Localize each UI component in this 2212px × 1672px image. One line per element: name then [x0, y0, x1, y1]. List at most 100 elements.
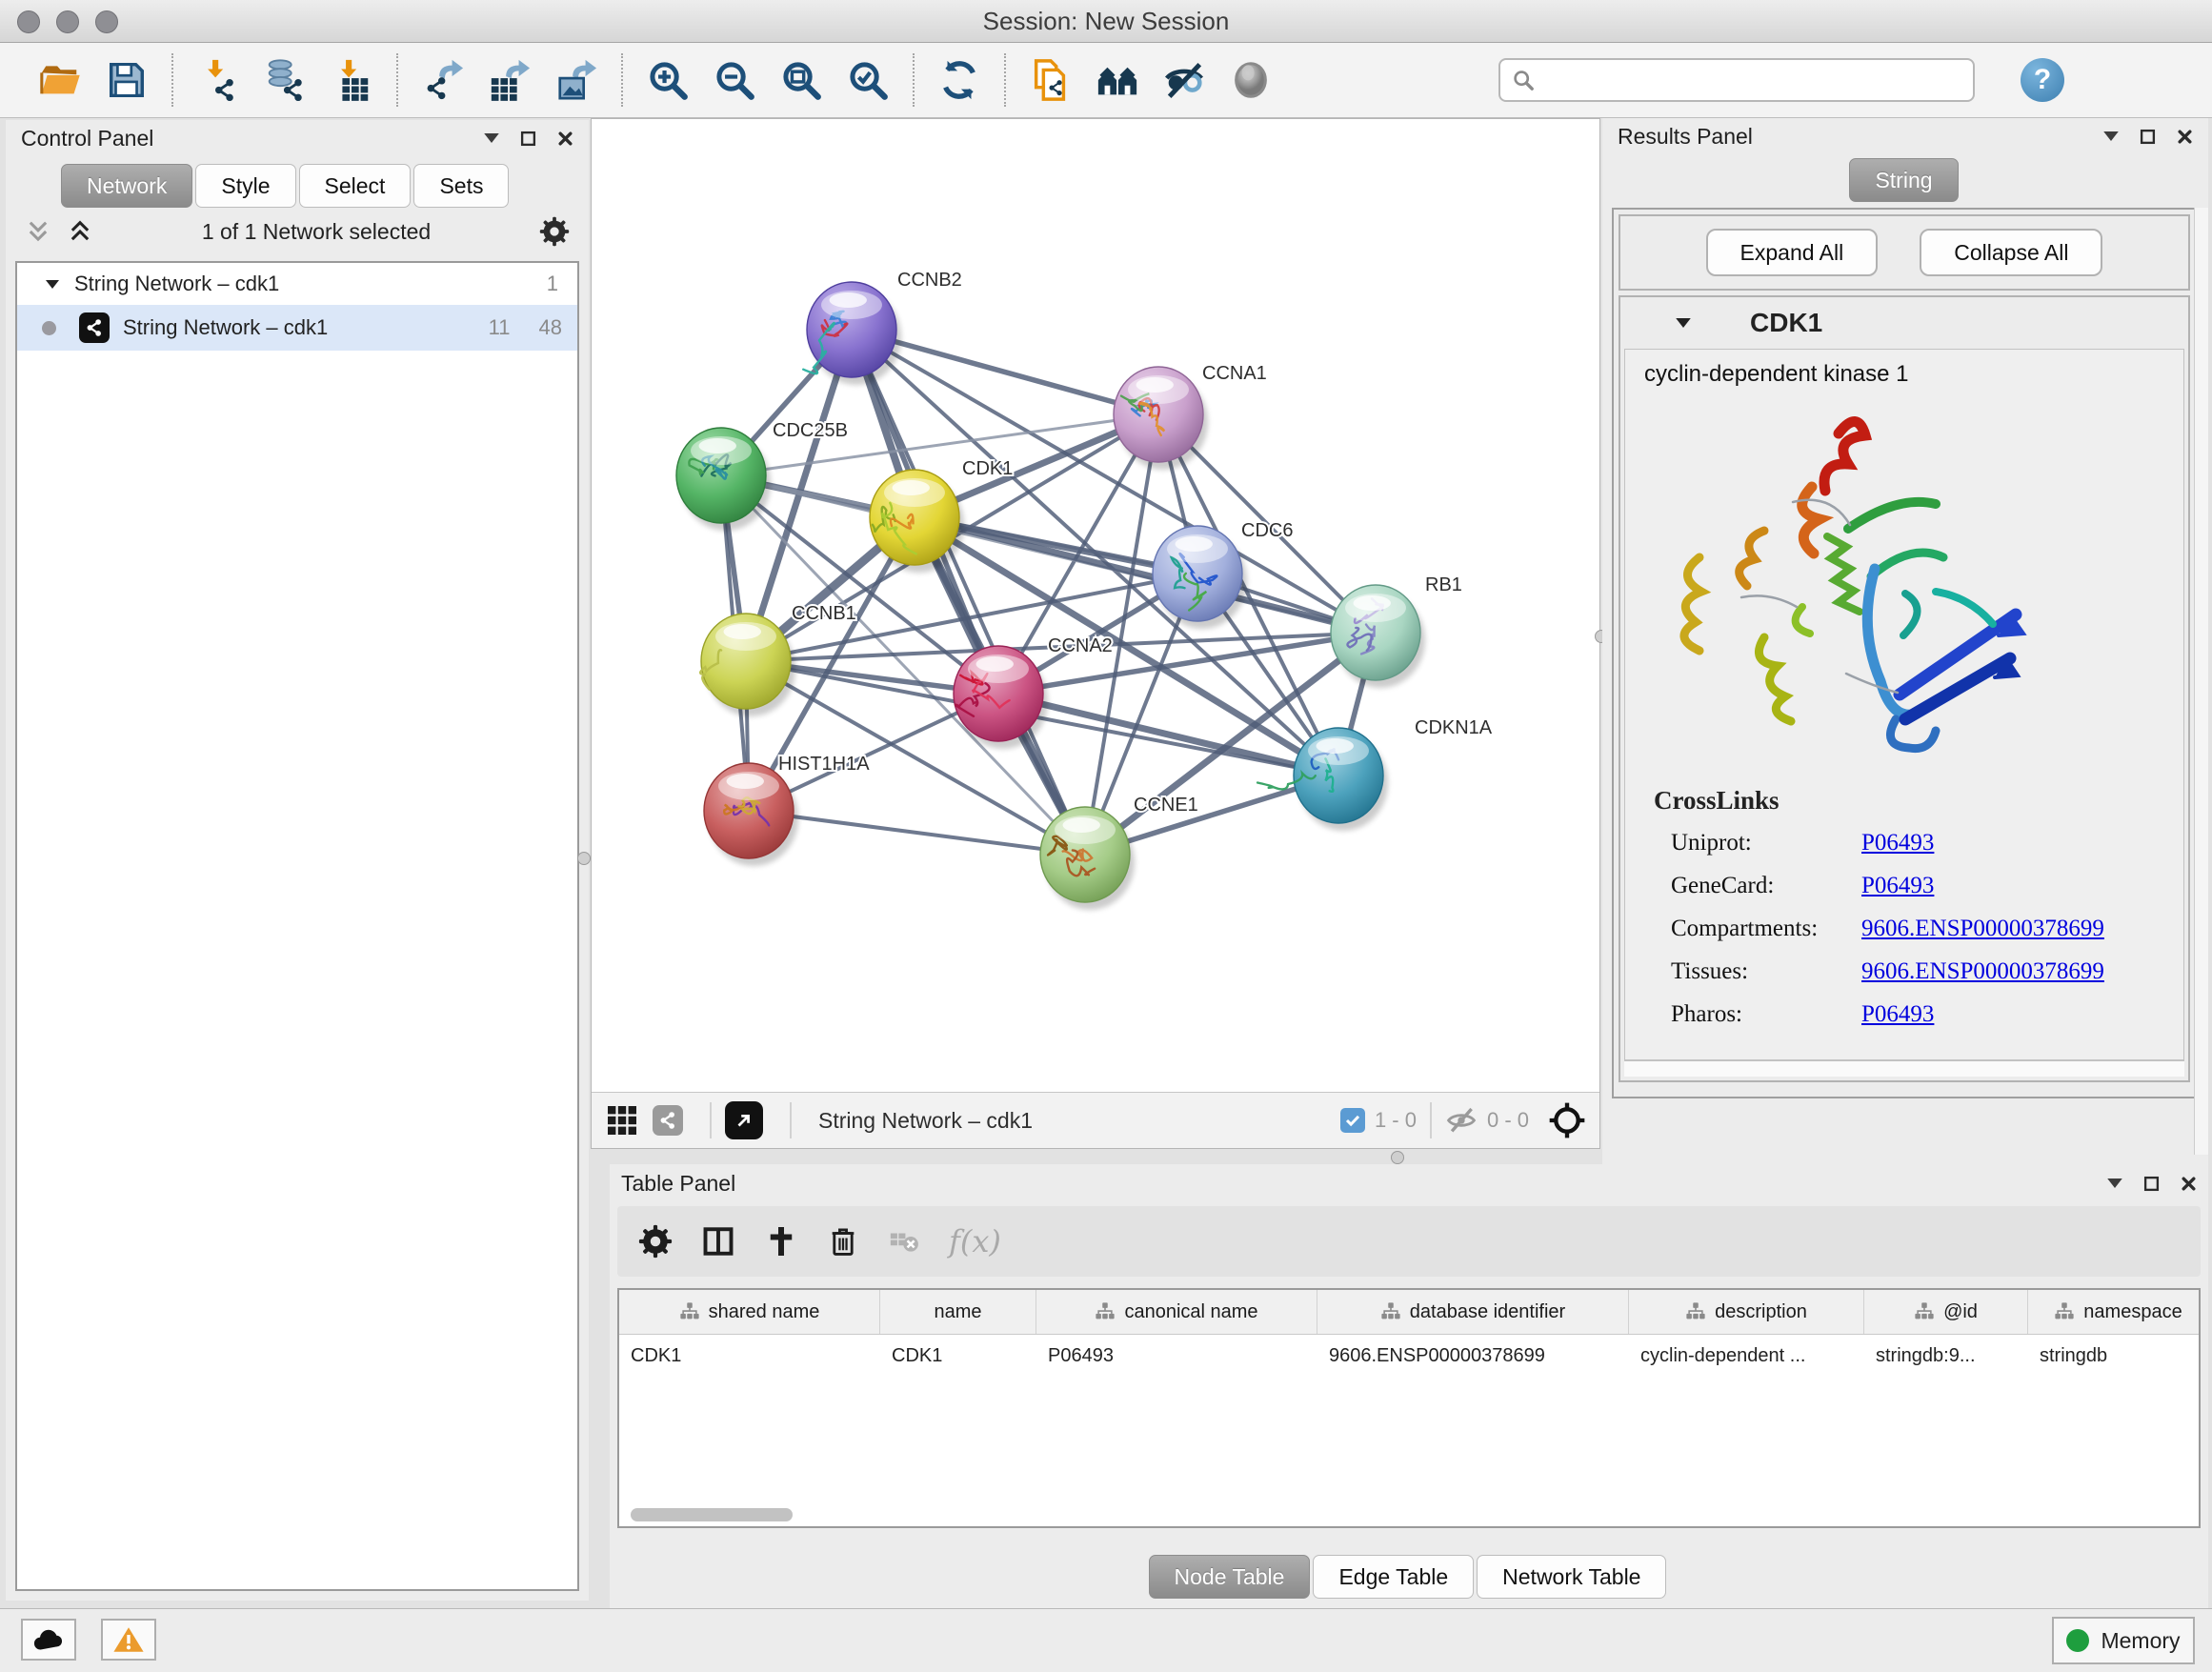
- expand-all-icon[interactable]: [67, 218, 93, 245]
- collapse-all-button[interactable]: Collapse All: [1920, 229, 2102, 276]
- title-bar: Session: New Session: [0, 0, 2212, 43]
- gear-icon[interactable]: [539, 216, 570, 247]
- panel-close-icon[interactable]: [557, 131, 573, 147]
- panel-close-icon[interactable]: [2177, 129, 2193, 145]
- save-session-button[interactable]: [93, 50, 160, 111]
- tab-style[interactable]: Style: [195, 164, 295, 208]
- column-header-name[interactable]: name: [880, 1290, 1036, 1334]
- warning-status-button[interactable]: [101, 1619, 156, 1661]
- tab-node-table[interactable]: Node Table: [1149, 1555, 1311, 1599]
- results-panel-scrollbar[interactable]: [2194, 208, 2208, 1155]
- crosslink-link[interactable]: P06493: [1861, 873, 1934, 899]
- tab-edge-table[interactable]: Edge Table: [1313, 1555, 1474, 1599]
- tab-string[interactable]: String: [1849, 158, 1958, 202]
- panel-float-icon[interactable]: [520, 131, 536, 147]
- import-network-button[interactable]: [185, 50, 251, 111]
- tab-select[interactable]: Select: [299, 164, 412, 208]
- crosslink-link[interactable]: 9606.ENSP00000378699: [1861, 958, 2104, 985]
- select-columns-icon[interactable]: [701, 1224, 735, 1259]
- export-table-button[interactable]: [476, 50, 543, 111]
- panel-close-icon[interactable]: [2181, 1176, 2197, 1192]
- network-edge-HIST1H1A-CCNE1[interactable]: [749, 811, 1085, 855]
- network-collection-row[interactable]: String Network – cdk1 1: [17, 263, 577, 305]
- zoom-in-button[interactable]: [634, 50, 701, 111]
- column-header-description[interactable]: description: [1629, 1290, 1864, 1334]
- crosslink-link[interactable]: 9606.ENSP00000378699: [1861, 916, 2104, 942]
- network-node-CDC6[interactable]: [1153, 526, 1247, 629]
- table-row[interactable]: CDK1CDK1P064939606.ENSP00000378699cyclin…: [619, 1335, 2199, 1377]
- table-hscrollbar-thumb[interactable]: [631, 1508, 793, 1521]
- network-node-CDK1[interactable]: [870, 470, 964, 573]
- tree-expand-icon[interactable]: [46, 280, 59, 289]
- houses-icon: [1096, 58, 1139, 102]
- string-home-button[interactable]: [1084, 50, 1151, 111]
- zoom-out-button[interactable]: [701, 50, 768, 111]
- tab-network-table[interactable]: Network Table: [1477, 1555, 1666, 1599]
- zoom-fit-button[interactable]: [768, 50, 835, 111]
- zoom-selected-button[interactable]: [835, 50, 901, 111]
- tab-network[interactable]: Network: [61, 164, 192, 208]
- refresh-layout-button[interactable]: [926, 50, 993, 111]
- network-from-selection-button[interactable]: [1017, 50, 1084, 111]
- network-edge-CCNA2-CDKN1A[interactable]: [998, 694, 1338, 776]
- grid-view-icon[interactable]: [605, 1103, 639, 1138]
- cloud-status-button[interactable]: [21, 1619, 76, 1661]
- horizontal-splitter[interactable]: [591, 1149, 1600, 1164]
- hide-panel-button[interactable]: [1151, 50, 1217, 111]
- column-header-namespace[interactable]: namespace: [2028, 1290, 2201, 1334]
- network-node-CCNE1[interactable]: [1040, 807, 1135, 910]
- table-rows: CDK1CDK1P064939606.ENSP00000378699cyclin…: [619, 1335, 2199, 1377]
- network-node-HIST1H1A[interactable]: [704, 763, 798, 866]
- network-canvas[interactable]: CCNB2CCNA1CDC25BCDK1CDC6RB1CCNB1CCNA2CDK…: [592, 119, 1599, 1094]
- network-row-selected[interactable]: String Network – cdk1 11 48: [17, 305, 577, 351]
- column-header-shared-name[interactable]: shared name: [619, 1290, 880, 1334]
- help-button[interactable]: ?: [2021, 58, 2064, 102]
- crosslink-link[interactable]: P06493: [1861, 1001, 1934, 1028]
- network-node-RB1[interactable]: [1331, 585, 1425, 688]
- left-splitter-handle[interactable]: [577, 852, 591, 865]
- panel-menu-icon[interactable]: [484, 133, 499, 143]
- column-header-database-identifier[interactable]: database identifier: [1317, 1290, 1629, 1334]
- crosslinks-hscrollbar[interactable]: [1624, 1060, 2184, 1077]
- birds-eye-icon[interactable]: [1548, 1101, 1586, 1139]
- export-image-button[interactable]: [543, 50, 610, 111]
- crosslink-row: Pharos:P06493: [1625, 993, 2183, 1036]
- open-session-button[interactable]: [27, 50, 93, 111]
- expand-all-button[interactable]: Expand All: [1706, 229, 1879, 276]
- search-input[interactable]: [1544, 67, 1961, 93]
- gear-icon[interactable]: [638, 1224, 673, 1259]
- open-folder-icon: [38, 58, 82, 102]
- panel-float-icon[interactable]: [2143, 1176, 2160, 1192]
- detach-view-icon[interactable]: [725, 1101, 763, 1139]
- tab-sets[interactable]: Sets: [413, 164, 509, 208]
- show-eye-button[interactable]: [1217, 50, 1284, 111]
- section-collapse-icon[interactable]: [1676, 318, 1691, 328]
- add-column-icon[interactable]: [764, 1224, 798, 1259]
- selected-checkbox[interactable]: [1340, 1108, 1365, 1133]
- splitter-handle[interactable]: [1391, 1151, 1404, 1164]
- column-header--id[interactable]: @id: [1864, 1290, 2028, 1334]
- delete-column-icon[interactable]: [827, 1225, 859, 1258]
- crosslink-link[interactable]: P06493: [1861, 830, 1934, 856]
- export-network-button[interactable]: [410, 50, 476, 111]
- panel-menu-icon[interactable]: [2103, 131, 2119, 141]
- import-database-button[interactable]: [251, 50, 318, 111]
- network-node-CDKN1A[interactable]: [1257, 728, 1388, 831]
- network-view-title: String Network – cdk1: [818, 1108, 1033, 1134]
- hidden-count: 0 - 0: [1487, 1108, 1529, 1133]
- network-edge-CCNB2-CCNE1[interactable]: [852, 330, 1085, 855]
- node-table: shared namenamecanonical namedatabase id…: [617, 1288, 2201, 1528]
- node-label-CCNB1: CCNB1: [792, 603, 856, 624]
- panel-menu-icon[interactable]: [2107, 1178, 2122, 1188]
- network-node-CDC25B[interactable]: [676, 428, 771, 531]
- eye-icon: [1229, 58, 1273, 102]
- column-header-canonical-name[interactable]: canonical name: [1036, 1290, 1317, 1334]
- results-panel-title: Results Panel: [1618, 124, 1753, 150]
- import-table-button[interactable]: [318, 50, 385, 111]
- hierarchy-icon: [1380, 1301, 1401, 1322]
- memory-button[interactable]: Memory: [2052, 1617, 2195, 1664]
- network-view-icon[interactable]: [653, 1105, 683, 1136]
- collapse-all-icon[interactable]: [25, 218, 51, 245]
- panel-float-icon[interactable]: [2140, 129, 2156, 145]
- network-node-CCNA1[interactable]: [1114, 367, 1208, 470]
